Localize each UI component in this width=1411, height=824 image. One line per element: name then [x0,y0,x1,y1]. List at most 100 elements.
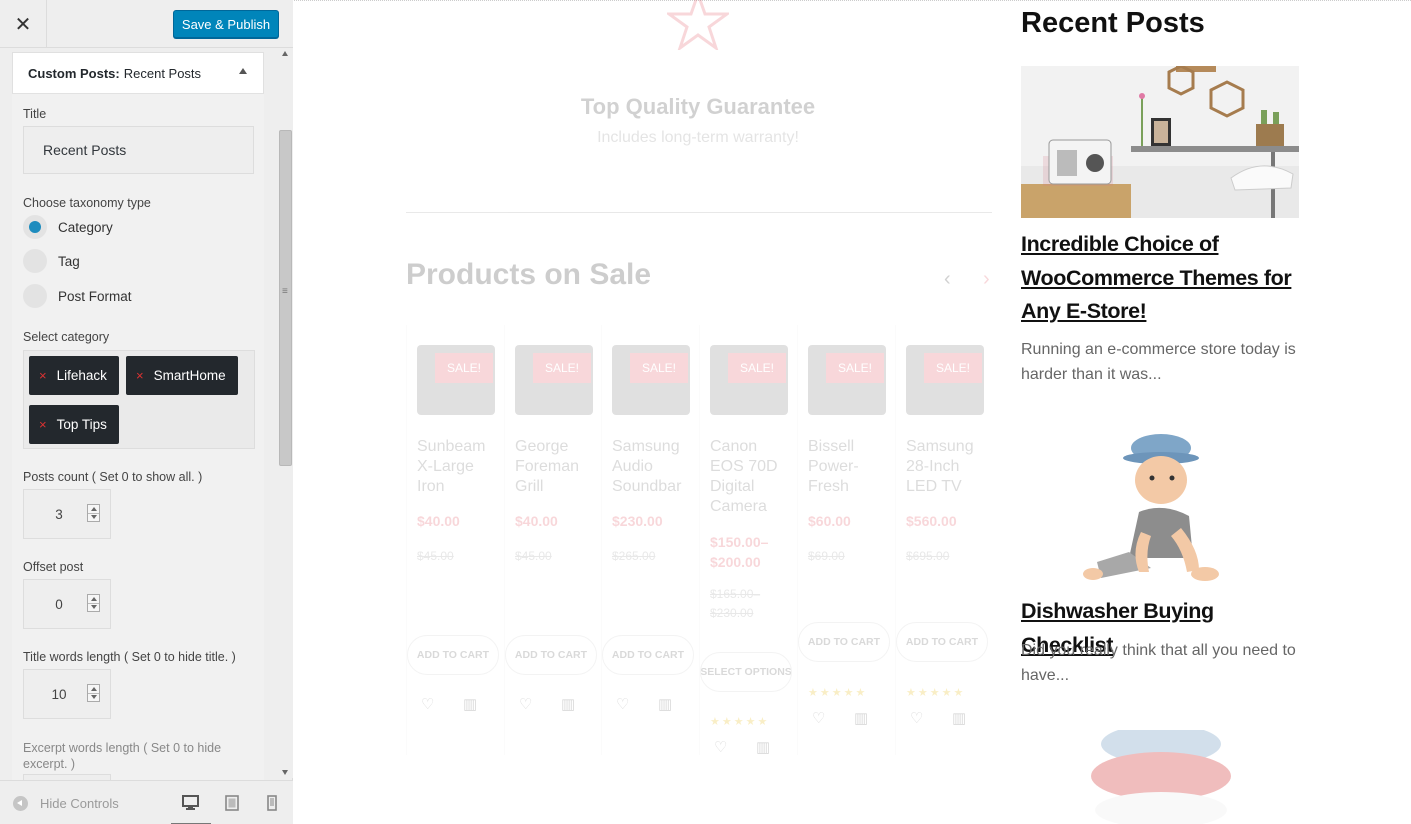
carousel-next-icon[interactable]: › [983,268,990,291]
posts-count-stepper[interactable]: 3 [23,489,111,539]
product-card[interactable]: SALE! Bissell Power-Fresh $60.00 $69.00 … [797,325,895,755]
offset-value[interactable]: 0 [24,580,94,628]
remove-tag-icon[interactable]: × [136,368,144,383]
title-label: Title [23,107,47,121]
product-card[interactable]: SALE! Samsung 28-Inch LED TV $560.00 $69… [895,325,993,755]
stepper-arrows-icon[interactable] [87,594,100,612]
offset-label: Offset post [23,560,84,574]
sidebar-scrollbar[interactable] [278,48,293,778]
taxonomy-option-category[interactable]: Category [23,215,113,239]
product-name[interactable]: George Foreman Grill [515,437,597,497]
product-card[interactable]: SALE! Sunbeam X-Large Iron $40.00 $45.00… [406,325,504,755]
add-to-cart-button[interactable]: ADD TO CART [407,635,499,675]
scrollbar-thumb[interactable] [279,130,292,466]
product-name[interactable]: Bissell Power-Fresh [808,437,890,497]
category-tag-lifehack: × Lifehack [29,356,119,395]
faded-content: Top Quality Guarantee Includes long-term… [294,0,1009,824]
scroll-down-icon[interactable] [282,770,288,775]
widget-title: Recent Posts [123,65,202,81]
wishlist-icon[interactable]: ♡ [910,709,923,727]
collapse-caret-icon[interactable] [239,68,247,74]
posts-count-value[interactable]: 3 [24,490,94,538]
taxonomy-option-tag[interactable]: Tag [23,249,80,273]
product-price: $40.00 [417,513,460,529]
sale-badge: SALE! [533,353,591,383]
product-name[interactable]: Samsung 28-Inch LED TV [906,437,988,497]
product-old-price: $695.00 [906,549,950,563]
widget-type: Custom Posts: [28,65,120,81]
product-name[interactable]: Sunbeam X-Large Iron [417,437,499,497]
wishlist-icon[interactable]: ♡ [616,695,629,713]
rating-stars-icon: ★★★★★ [906,687,966,699]
radio-checked-icon[interactable] [23,215,47,239]
post-excerpt: Did you really think that all you need t… [1021,642,1296,684]
site-preview: Top Quality Guarantee Includes long-term… [294,0,1411,824]
offset-stepper[interactable]: 0 [23,579,111,629]
title-words-stepper[interactable]: 10 [23,669,111,719]
product-price: $60.00 [808,513,851,529]
category-multiselect[interactable]: × Lifehack × SmartHome × Top Tips [23,350,255,449]
save-publish-button[interactable]: Save & Publish [173,10,279,38]
tablet-icon[interactable] [225,795,239,816]
product-card[interactable]: SALE! Canon EOS 70D Digital Camera $150.… [699,325,797,756]
product-card[interactable]: SALE! George Foreman Grill $40.00 $45.00… [504,325,602,755]
product-old-price: $165.00–$230.00 [710,587,761,620]
carousel-prev-icon[interactable]: ‹ [944,268,951,291]
product-old-price: $265.00 [612,549,656,563]
compare-icon[interactable]: ▥ [463,695,477,713]
desktop-icon[interactable] [171,795,211,824]
guarantee-title: Top Quality Guarantee [580,94,816,119]
hide-controls-button[interactable]: Hide Controls [13,796,119,811]
wishlist-icon[interactable]: ♡ [519,695,532,713]
remove-tag-icon[interactable]: × [39,368,47,383]
product-name[interactable]: Canon EOS 70D Digital Camera [710,437,792,517]
post-title-link[interactable]: Incredible Choice of WooCommerce Themes … [1021,228,1311,329]
product-card[interactable]: SALE! Samsung Audio Soundbar $230.00 $26… [601,325,699,755]
compare-icon[interactable]: ▥ [756,738,770,756]
stepper-arrows-icon[interactable] [87,504,100,522]
category-tag-smarthome: × SmartHome [126,356,238,395]
radio-label: Post Format [58,288,132,304]
add-to-cart-button[interactable]: ADD TO CART [505,635,597,675]
title-words-value[interactable]: 10 [24,670,94,718]
sale-badge: SALE! [924,353,982,383]
title-words-label: Title words length ( Set 0 to hide title… [23,650,236,664]
taxonomy-option-post-format[interactable]: Post Format [23,284,132,308]
scroll-up-icon[interactable] [282,51,288,56]
wishlist-icon[interactable]: ♡ [421,695,434,713]
category-label: Select category [23,330,110,344]
customizer-header: ✕ Save & Publish [0,0,293,48]
mobile-icon[interactable] [267,795,277,816]
divider [406,212,992,213]
radio-icon[interactable] [23,284,47,308]
add-to-cart-button[interactable]: ADD TO CART [798,622,890,662]
product-price: $230.00 [612,513,663,529]
wishlist-icon[interactable]: ♡ [812,709,825,727]
select-options-button[interactable]: SELECT OPTIONS [700,652,792,692]
widget-header[interactable]: Custom Posts: Recent Posts [12,52,264,94]
post-thumbnail[interactable] [1021,730,1299,824]
radio-label: Category [58,219,113,235]
excerpt-words-label: Excerpt words length ( Set 0 to hide exc… [23,741,222,771]
close-icon: ✕ [14,13,32,36]
compare-icon[interactable]: ▥ [561,695,575,713]
remove-tag-icon[interactable]: × [39,417,47,432]
compare-icon[interactable]: ▥ [854,709,868,727]
compare-icon[interactable]: ▥ [658,695,672,713]
sale-badge: SALE! [630,353,688,383]
title-input[interactable]: Recent Posts [23,126,254,174]
product-old-price: $69.00 [808,549,845,563]
post-thumbnail[interactable] [1021,66,1299,218]
stepper-arrows-icon[interactable] [87,684,100,702]
radio-icon[interactable] [23,249,47,273]
category-tag-top-tips: × Top Tips [29,405,119,444]
add-to-cart-button[interactable]: ADD TO CART [602,635,694,675]
add-to-cart-button[interactable]: ADD TO CART [896,622,988,662]
close-customizer-button[interactable]: ✕ [0,0,47,48]
product-old-price: $45.00 [515,549,552,563]
product-name[interactable]: Samsung Audio Soundbar [612,437,694,497]
sale-badge: SALE! [435,353,493,383]
post-thumbnail[interactable] [1021,432,1299,584]
compare-icon[interactable]: ▥ [952,709,966,727]
wishlist-icon[interactable]: ♡ [714,738,727,756]
